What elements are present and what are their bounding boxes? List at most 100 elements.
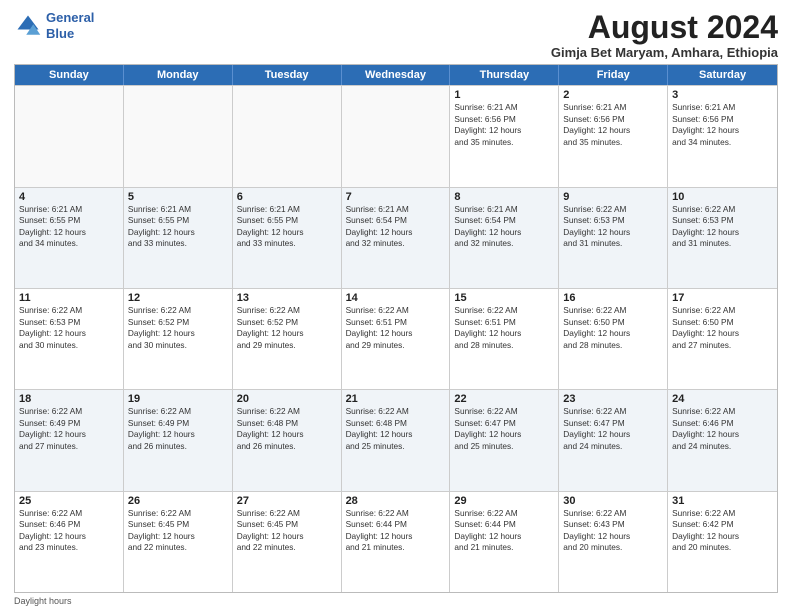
day-info: Sunrise: 6:22 AM Sunset: 6:50 PM Dayligh… — [672, 305, 773, 351]
day-cell-30: 30Sunrise: 6:22 AM Sunset: 6:43 PM Dayli… — [559, 492, 668, 592]
day-info: Sunrise: 6:22 AM Sunset: 6:49 PM Dayligh… — [128, 406, 228, 452]
day-number: 16 — [563, 292, 663, 304]
day-number: 10 — [672, 191, 773, 203]
day-info: Sunrise: 6:22 AM Sunset: 6:48 PM Dayligh… — [346, 406, 446, 452]
day-number: 27 — [237, 495, 337, 507]
day-cell-18: 18Sunrise: 6:22 AM Sunset: 6:49 PM Dayli… — [15, 390, 124, 490]
calendar-week-3: 11Sunrise: 6:22 AM Sunset: 6:53 PM Dayli… — [15, 288, 777, 389]
day-cell-4: 4Sunrise: 6:21 AM Sunset: 6:55 PM Daylig… — [15, 188, 124, 288]
logo-text: General Blue — [46, 10, 94, 41]
day-number: 18 — [19, 393, 119, 405]
day-cell-5: 5Sunrise: 6:21 AM Sunset: 6:55 PM Daylig… — [124, 188, 233, 288]
day-info: Sunrise: 6:21 AM Sunset: 6:56 PM Dayligh… — [672, 102, 773, 148]
day-cell-15: 15Sunrise: 6:22 AM Sunset: 6:51 PM Dayli… — [450, 289, 559, 389]
day-number: 1 — [454, 89, 554, 101]
weekday-header-saturday: Saturday — [668, 65, 777, 85]
day-number: 2 — [563, 89, 663, 101]
day-info: Sunrise: 6:21 AM Sunset: 6:54 PM Dayligh… — [454, 204, 554, 250]
day-cell-6: 6Sunrise: 6:21 AM Sunset: 6:55 PM Daylig… — [233, 188, 342, 288]
day-cell-20: 20Sunrise: 6:22 AM Sunset: 6:48 PM Dayli… — [233, 390, 342, 490]
weekday-header-wednesday: Wednesday — [342, 65, 451, 85]
page: General Blue August 2024 Gimja Bet Marya… — [0, 0, 792, 612]
day-cell-31: 31Sunrise: 6:22 AM Sunset: 6:42 PM Dayli… — [668, 492, 777, 592]
day-number: 14 — [346, 292, 446, 304]
day-info: Sunrise: 6:22 AM Sunset: 6:52 PM Dayligh… — [237, 305, 337, 351]
day-number: 22 — [454, 393, 554, 405]
day-number: 20 — [237, 393, 337, 405]
day-info: Sunrise: 6:21 AM Sunset: 6:55 PM Dayligh… — [19, 204, 119, 250]
day-info: Sunrise: 6:21 AM Sunset: 6:56 PM Dayligh… — [454, 102, 554, 148]
day-number: 3 — [672, 89, 773, 101]
day-cell-22: 22Sunrise: 6:22 AM Sunset: 6:47 PM Dayli… — [450, 390, 559, 490]
day-cell-12: 12Sunrise: 6:22 AM Sunset: 6:52 PM Dayli… — [124, 289, 233, 389]
main-title: August 2024 — [551, 10, 778, 45]
empty-cell — [15, 86, 124, 186]
title-block: August 2024 Gimja Bet Maryam, Amhara, Et… — [551, 10, 778, 60]
day-cell-24: 24Sunrise: 6:22 AM Sunset: 6:46 PM Dayli… — [668, 390, 777, 490]
day-cell-1: 1Sunrise: 6:21 AM Sunset: 6:56 PM Daylig… — [450, 86, 559, 186]
empty-cell — [342, 86, 451, 186]
day-info: Sunrise: 6:21 AM Sunset: 6:55 PM Dayligh… — [237, 204, 337, 250]
day-cell-17: 17Sunrise: 6:22 AM Sunset: 6:50 PM Dayli… — [668, 289, 777, 389]
day-number: 5 — [128, 191, 228, 203]
day-number: 8 — [454, 191, 554, 203]
weekday-header-friday: Friday — [559, 65, 668, 85]
day-cell-29: 29Sunrise: 6:22 AM Sunset: 6:44 PM Dayli… — [450, 492, 559, 592]
day-info: Sunrise: 6:22 AM Sunset: 6:51 PM Dayligh… — [454, 305, 554, 351]
day-number: 12 — [128, 292, 228, 304]
day-cell-27: 27Sunrise: 6:22 AM Sunset: 6:45 PM Dayli… — [233, 492, 342, 592]
day-number: 19 — [128, 393, 228, 405]
day-number: 25 — [19, 495, 119, 507]
day-info: Sunrise: 6:22 AM Sunset: 6:48 PM Dayligh… — [237, 406, 337, 452]
day-info: Sunrise: 6:22 AM Sunset: 6:49 PM Dayligh… — [19, 406, 119, 452]
weekday-header-tuesday: Tuesday — [233, 65, 342, 85]
day-info: Sunrise: 6:22 AM Sunset: 6:46 PM Dayligh… — [672, 406, 773, 452]
calendar-header: SundayMondayTuesdayWednesdayThursdayFrid… — [15, 65, 777, 85]
header: General Blue August 2024 Gimja Bet Marya… — [14, 10, 778, 60]
logo: General Blue — [14, 10, 94, 41]
day-info: Sunrise: 6:22 AM Sunset: 6:53 PM Dayligh… — [563, 204, 663, 250]
day-number: 24 — [672, 393, 773, 405]
day-info: Sunrise: 6:22 AM Sunset: 6:47 PM Dayligh… — [454, 406, 554, 452]
day-cell-21: 21Sunrise: 6:22 AM Sunset: 6:48 PM Dayli… — [342, 390, 451, 490]
day-cell-10: 10Sunrise: 6:22 AM Sunset: 6:53 PM Dayli… — [668, 188, 777, 288]
day-cell-25: 25Sunrise: 6:22 AM Sunset: 6:46 PM Dayli… — [15, 492, 124, 592]
calendar-week-1: 1Sunrise: 6:21 AM Sunset: 6:56 PM Daylig… — [15, 85, 777, 186]
day-cell-13: 13Sunrise: 6:22 AM Sunset: 6:52 PM Dayli… — [233, 289, 342, 389]
day-number: 15 — [454, 292, 554, 304]
day-info: Sunrise: 6:22 AM Sunset: 6:42 PM Dayligh… — [672, 508, 773, 554]
calendar: SundayMondayTuesdayWednesdayThursdayFrid… — [14, 64, 778, 593]
day-info: Sunrise: 6:22 AM Sunset: 6:44 PM Dayligh… — [454, 508, 554, 554]
calendar-week-5: 25Sunrise: 6:22 AM Sunset: 6:46 PM Dayli… — [15, 491, 777, 592]
day-number: 13 — [237, 292, 337, 304]
day-info: Sunrise: 6:22 AM Sunset: 6:47 PM Dayligh… — [563, 406, 663, 452]
day-number: 4 — [19, 191, 119, 203]
weekday-header-thursday: Thursday — [450, 65, 559, 85]
day-number: 6 — [237, 191, 337, 203]
calendar-body: 1Sunrise: 6:21 AM Sunset: 6:56 PM Daylig… — [15, 85, 777, 592]
day-info: Sunrise: 6:22 AM Sunset: 6:45 PM Dayligh… — [128, 508, 228, 554]
day-number: 21 — [346, 393, 446, 405]
day-cell-3: 3Sunrise: 6:21 AM Sunset: 6:56 PM Daylig… — [668, 86, 777, 186]
day-cell-8: 8Sunrise: 6:21 AM Sunset: 6:54 PM Daylig… — [450, 188, 559, 288]
day-number: 9 — [563, 191, 663, 203]
day-info: Sunrise: 6:22 AM Sunset: 6:43 PM Dayligh… — [563, 508, 663, 554]
day-number: 23 — [563, 393, 663, 405]
day-cell-14: 14Sunrise: 6:22 AM Sunset: 6:51 PM Dayli… — [342, 289, 451, 389]
day-number: 26 — [128, 495, 228, 507]
subtitle: Gimja Bet Maryam, Amhara, Ethiopia — [551, 45, 778, 60]
day-info: Sunrise: 6:22 AM Sunset: 6:50 PM Dayligh… — [563, 305, 663, 351]
day-info: Sunrise: 6:22 AM Sunset: 6:51 PM Dayligh… — [346, 305, 446, 351]
day-info: Sunrise: 6:22 AM Sunset: 6:52 PM Dayligh… — [128, 305, 228, 351]
logo-icon — [14, 12, 42, 40]
day-cell-26: 26Sunrise: 6:22 AM Sunset: 6:45 PM Dayli… — [124, 492, 233, 592]
day-cell-19: 19Sunrise: 6:22 AM Sunset: 6:49 PM Dayli… — [124, 390, 233, 490]
day-cell-16: 16Sunrise: 6:22 AM Sunset: 6:50 PM Dayli… — [559, 289, 668, 389]
day-info: Sunrise: 6:22 AM Sunset: 6:46 PM Dayligh… — [19, 508, 119, 554]
day-cell-23: 23Sunrise: 6:22 AM Sunset: 6:47 PM Dayli… — [559, 390, 668, 490]
day-number: 11 — [19, 292, 119, 304]
day-cell-7: 7Sunrise: 6:21 AM Sunset: 6:54 PM Daylig… — [342, 188, 451, 288]
day-cell-28: 28Sunrise: 6:22 AM Sunset: 6:44 PM Dayli… — [342, 492, 451, 592]
day-number: 29 — [454, 495, 554, 507]
day-number: 7 — [346, 191, 446, 203]
